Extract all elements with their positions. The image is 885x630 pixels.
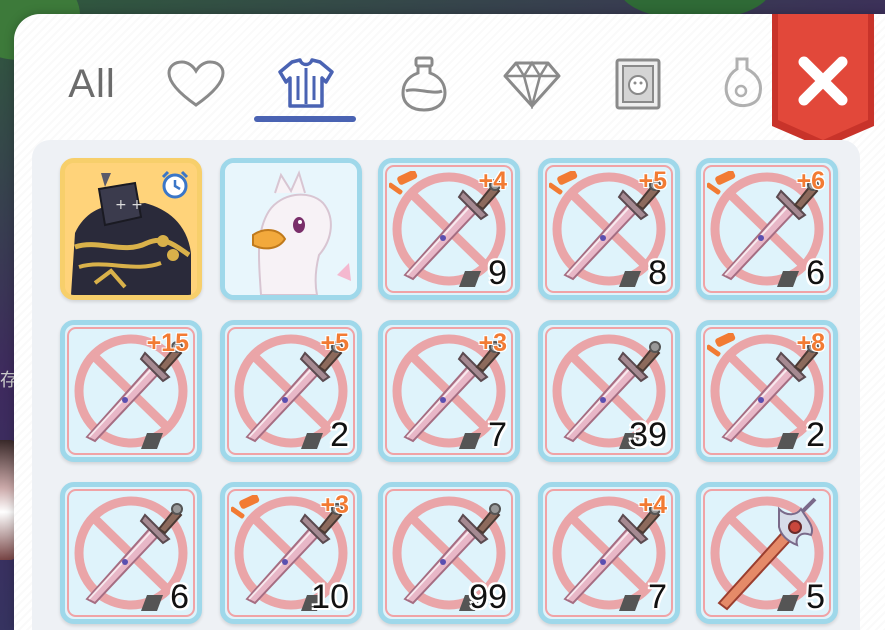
refine-level: +4	[478, 167, 507, 195]
bottle-icon	[724, 57, 762, 107]
inventory-slot[interactable]: +6 6	[696, 158, 838, 300]
refine-level: +5	[320, 329, 349, 357]
tab-all[interactable]: All	[52, 54, 132, 114]
inventory-slot[interactable]: 99	[378, 482, 520, 624]
tab-gems[interactable]	[492, 54, 572, 114]
item-quantity: 7	[648, 578, 667, 616]
item-quantity: 99	[469, 578, 507, 616]
diamond-icon	[503, 60, 561, 109]
refine-hammer-icon	[549, 171, 578, 195]
inventory-slot[interactable]: 5	[696, 482, 838, 624]
tab-all-label: All	[68, 61, 116, 106]
close-icon	[772, 14, 874, 148]
unidentified-marker-icon	[777, 595, 799, 611]
item-quantity: 10	[311, 578, 349, 616]
card-icon	[615, 58, 661, 110]
inventory-slot[interactable]: 39	[538, 320, 680, 462]
item-quantity: 6	[170, 578, 189, 616]
alarm-clock-icon	[161, 170, 189, 199]
unidentified-marker-icon	[459, 271, 481, 287]
inventory-panel: All + + +4 9 +5 8 +6 6 +15 +5 2 +3 7 39 …	[14, 14, 885, 630]
refine-hammer-icon	[707, 171, 736, 195]
tab-consumables[interactable]	[384, 54, 464, 114]
inventory-slot[interactable]: +5 8	[538, 158, 680, 300]
item-quantity: 9	[488, 254, 507, 292]
category-tabs: All	[14, 14, 885, 144]
item-grid: + + +4 9 +5 8 +6 6 +15 +5 2 +3 7 39 +8 2…	[32, 140, 860, 630]
inventory-slot[interactable]	[220, 158, 362, 300]
item-quantity: 39	[629, 416, 667, 454]
unidentified-marker-icon	[619, 271, 641, 287]
refine-level: +15	[146, 329, 189, 357]
item-quantity: 5	[806, 578, 825, 616]
refine-hammer-icon	[389, 171, 418, 195]
close-button[interactable]	[768, 14, 878, 150]
refine-level: +5	[638, 167, 667, 195]
unidentified-marker-icon	[777, 433, 799, 449]
item-quantity: 2	[330, 416, 349, 454]
armor-icon	[278, 58, 334, 108]
inventory-slot[interactable]: + +	[60, 158, 202, 300]
unidentified-marker-icon	[619, 595, 641, 611]
refine-level: +8	[796, 329, 825, 357]
refine-level: +3	[478, 329, 507, 357]
refine-level: +6	[796, 167, 825, 195]
unidentified-marker-icon	[141, 595, 163, 611]
inventory-slot[interactable]: +3 7	[378, 320, 520, 462]
refine-hammer-icon	[707, 333, 736, 357]
tab-cards[interactable]	[598, 54, 678, 114]
refine-level: +3	[320, 491, 349, 519]
potion-icon	[401, 56, 447, 112]
item-quantity: 6	[806, 254, 825, 292]
item-quantity: 2	[806, 416, 825, 454]
item-quantity: 8	[648, 254, 667, 292]
inventory-slot[interactable]: 6	[60, 482, 202, 624]
unidentified-marker-icon	[141, 433, 163, 449]
unidentified-marker-icon	[459, 433, 481, 449]
heart-icon	[167, 60, 225, 107]
inventory-slot[interactable]: +4 7	[538, 482, 680, 624]
inventory-slot[interactable]: +15	[60, 320, 202, 462]
svg-text:+ +: + +	[115, 197, 143, 213]
item-quantity: 7	[488, 416, 507, 454]
refine-level: +4	[638, 491, 667, 519]
bird-pet-icon	[225, 163, 357, 295]
unidentified-marker-icon	[301, 433, 323, 449]
tab-favorites[interactable]	[156, 54, 236, 114]
unidentified-marker-icon	[777, 271, 799, 287]
tab-equipment[interactable]	[266, 54, 346, 114]
inventory-slot[interactable]: +4 9	[378, 158, 520, 300]
active-tab-indicator	[254, 116, 356, 122]
inventory-slot[interactable]: +5 2	[220, 320, 362, 462]
refine-hammer-icon	[231, 495, 260, 519]
inventory-slot[interactable]: +3 10	[220, 482, 362, 624]
inventory-slot[interactable]: +8 2	[696, 320, 838, 462]
